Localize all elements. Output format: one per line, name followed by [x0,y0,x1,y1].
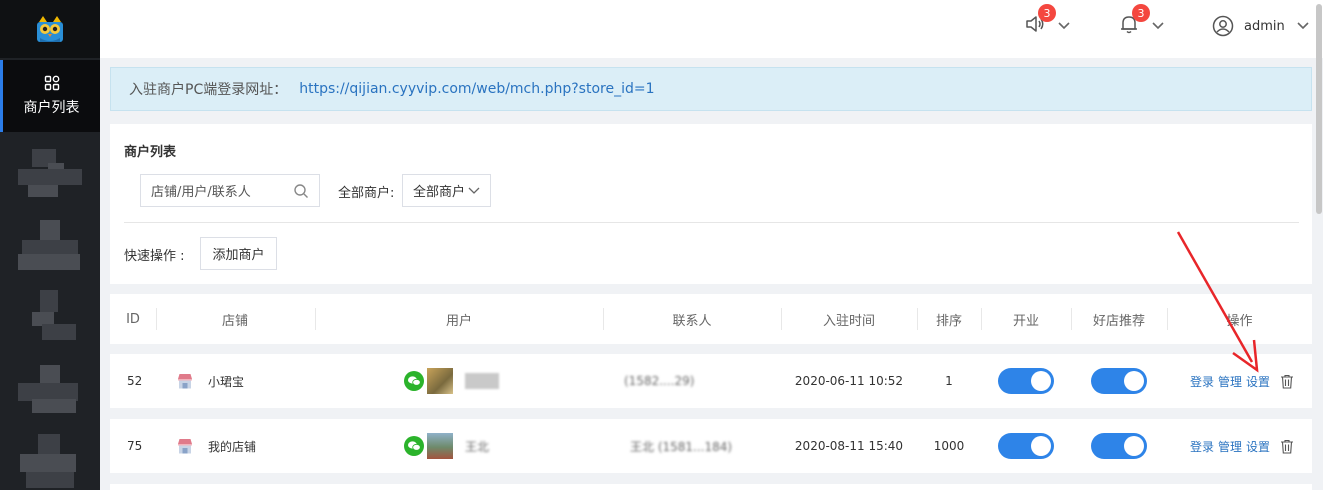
add-merchant-button[interactable]: 添加商户 [200,237,277,270]
scrollbar[interactable] [1315,0,1323,490]
notice-menu[interactable]: 3 [1024,4,1070,40]
search-input[interactable]: 店铺/用户/联系人 [140,174,320,207]
recommend-toggle[interactable] [1091,368,1147,394]
col-id: ID [126,311,140,327]
wechat-icon [404,436,424,456]
sort-value[interactable]: 1 [917,354,981,408]
contact-cell: (1582....29) [624,354,694,408]
recommend-toggle-cell [1071,419,1167,473]
trash-icon[interactable] [1280,439,1294,454]
col-user: 用户 [445,313,472,329]
col-actions: 操作 [1226,313,1253,329]
sidebar-item-blurred[interactable] [18,290,82,352]
top-header: 3 3 admin [100,0,1323,58]
col-recommend: 好店推荐 [1092,313,1145,329]
manage-link[interactable]: 管理 [1218,438,1242,455]
notice-label: 入驻商户PC端登录网址： [129,82,288,98]
sidebar-item-blurred[interactable] [18,220,82,282]
sidebar-item-blurred[interactable] [18,365,82,427]
table-row: 52 小珺宝 (1582....29) 2020-06-11 10:52 1 登… [110,354,1312,408]
sidebar-item-merchant-list[interactable]: 商户列表 [0,60,100,132]
contact-cell: 王北 (1581...184) [630,419,732,473]
avatar [427,433,453,459]
select-value: 全部商户 [413,185,466,200]
store-cell: 我的店铺 [176,419,256,473]
recommend-toggle[interactable] [1091,433,1147,459]
col-store: 店铺 [221,313,248,329]
store-icon [178,439,192,454]
store-name[interactable]: 我的店铺 [208,438,256,455]
merchant-type-label: 全部商户: [338,186,395,201]
row-id: 75 [127,439,143,453]
chevron-down-icon [1152,22,1164,30]
chevron-down-icon [1297,22,1309,30]
owl-logo-icon [37,16,63,42]
contact-info: (1582....29) [624,374,695,388]
join-time: 2020-08-11 15:40 [794,439,904,453]
masked-username [465,373,499,389]
login-link[interactable]: 登录 [1190,438,1214,455]
col-contact: 联系人 [672,313,712,329]
sidebar-item-blurred[interactable] [18,145,82,207]
settings-link[interactable]: 设置 [1246,438,1270,455]
user-avatar-icon [1212,15,1234,37]
chevron-down-icon [468,187,480,194]
recommend-toggle-cell [1071,354,1167,408]
settings-link[interactable]: 设置 [1246,373,1270,390]
avatar [427,368,453,394]
login-url-notice: 入驻商户PC端登录网址： https://qijian.cyyvip.com/w… [110,67,1312,111]
col-join-time: 入驻时间 [822,313,875,329]
store-icon [178,374,192,389]
search-icon[interactable] [293,183,309,199]
actions-cell: 登录 管理 设置 [1190,419,1294,473]
user-menu[interactable]: admin [1212,12,1309,40]
filter-panel: 商户列表 店铺/用户/联系人 全部商户: 全部商户 快速操作 : 添加商户 [110,124,1312,284]
wechat-icon [404,371,424,391]
login-url-link[interactable]: https://qijian.cyyvip.com/web/mch.php?st… [299,81,654,97]
table-header: ID 店铺 用户 联系人 入驻时间 排序 开业 好店推荐 操作 [110,294,1312,344]
chevron-down-icon [1058,22,1070,30]
join-time: 2020-06-11 10:52 [794,374,904,388]
sidebar: 商户列表 [0,0,100,490]
col-open: 开业 [1012,313,1039,329]
app-logo[interactable] [0,0,100,58]
merchant-type-select[interactable]: 全部商户 [402,174,491,207]
quick-actions-label: 快速操作 : [124,249,185,264]
user-cell [404,354,499,408]
user-name: 王北 [465,439,490,454]
table-row: 75 我的店铺 王北 王北 (1581...184) 2020-08-11 15… [110,419,1312,473]
username: admin [1244,18,1285,34]
bell-menu[interactable]: 3 [1118,4,1164,40]
open-toggle-cell [981,354,1071,408]
trash-icon[interactable] [1280,374,1294,389]
open-toggle[interactable] [998,368,1054,394]
sort-value[interactable]: 1000 [917,419,981,473]
user-cell: 王北 [404,419,489,473]
manage-link[interactable]: 管理 [1218,373,1242,390]
open-toggle[interactable] [998,433,1054,459]
contact-info: 王北 (1581...184) [630,439,733,454]
grid-icon [44,75,59,91]
divider [124,222,1299,223]
panel-title: 商户列表 [124,145,177,160]
search-placeholder: 店铺/用户/联系人 [151,185,251,200]
store-name[interactable]: 小珺宝 [208,373,244,390]
notice-badge: 3 [1038,4,1056,22]
table-row-partial [110,484,1312,490]
bell-badge: 3 [1132,4,1150,22]
login-link[interactable]: 登录 [1190,373,1214,390]
sidebar-item-label: 商户列表 [23,100,80,116]
sidebar-item-blurred[interactable] [18,432,82,490]
col-sort: 排序 [935,313,962,329]
open-toggle-cell [981,419,1071,473]
store-cell: 小珺宝 [176,354,244,408]
actions-cell: 登录 管理 设置 [1190,354,1294,408]
row-id: 52 [127,374,143,388]
